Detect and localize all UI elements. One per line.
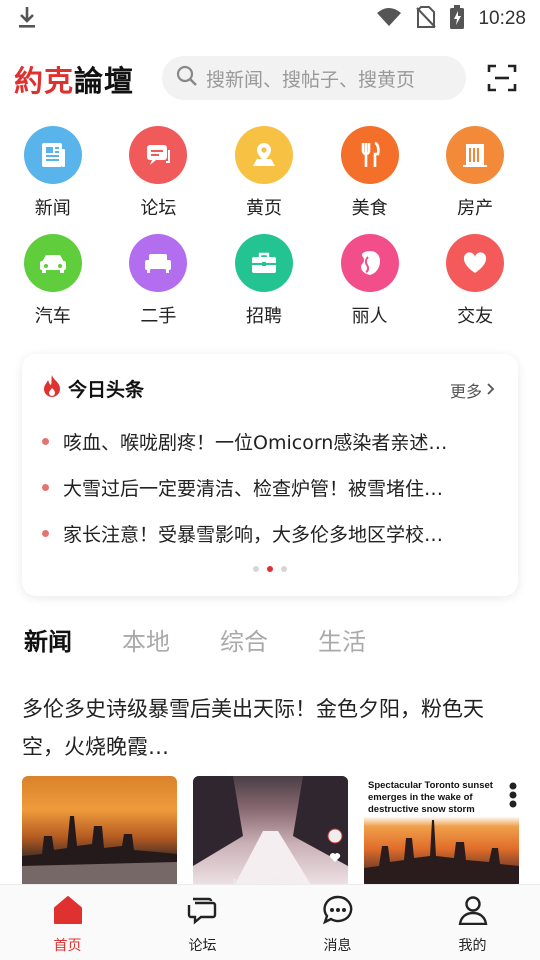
article-thumbnail[interactable]: today in Toronto	[193, 776, 348, 888]
article-thumbnail[interactable]	[22, 776, 177, 888]
tab-general[interactable]: 综合	[220, 622, 268, 657]
grid-item-jobs[interactable]: 招聘	[211, 234, 317, 328]
no-sim-icon	[416, 6, 437, 32]
article-title[interactable]: 多伦多史诗级暴雪后美出天际！金色夕阳，粉色天空，火烧晚霞…	[22, 690, 518, 766]
bottom-navigation: 首页 论坛 消息 我的	[0, 884, 540, 960]
user-icon	[457, 895, 489, 929]
grid-label: 二手	[140, 306, 177, 327]
headline-item[interactable]: 家长注意！受暴雪影响，大多伦多地区学校…	[42, 518, 502, 548]
chat-bubbles-icon	[129, 126, 188, 184]
home-icon	[52, 895, 84, 929]
grid-label: 新闻	[34, 198, 71, 219]
nav-label: 消息	[323, 938, 352, 954]
headline-text: 咳血、喉咙剧疼！一位Omicorn感染者亲述…	[63, 431, 448, 454]
newspaper-icon	[23, 126, 82, 184]
pager-dot	[281, 566, 287, 572]
grid-label: 交友	[457, 306, 494, 327]
building-icon	[446, 126, 505, 184]
grid-item-beauty[interactable]: 丽人	[317, 234, 423, 328]
tab-life[interactable]: 生活	[318, 622, 366, 657]
fork-knife-icon	[340, 126, 399, 184]
scan-button[interactable]	[486, 62, 518, 94]
grid-label: 丽人	[351, 306, 388, 327]
clock: 10:28	[478, 8, 526, 29]
headline-text: 大雪过后一定要清洁、检查炉管！被雪堵住…	[63, 477, 444, 500]
grid-item-cars[interactable]: 汽车	[0, 234, 106, 328]
tab-local[interactable]: 本地	[122, 622, 170, 657]
wifi-icon	[376, 7, 402, 31]
carousel-pager	[22, 566, 518, 572]
message-icon	[322, 895, 354, 929]
feed-tabs: 新闻 本地 综合 生活	[24, 622, 366, 657]
bullet-dot	[42, 483, 49, 491]
grid-item-yellow-pages[interactable]: 黄页	[211, 126, 317, 220]
more-label: 更多	[449, 382, 482, 401]
chevron-right-icon	[486, 381, 496, 400]
app-header: 約克論壇 搜新闻、搜帖子、搜黄页	[0, 52, 540, 104]
map-pin-icon	[234, 126, 293, 184]
tab-news[interactable]: 新闻	[24, 622, 72, 657]
battery-charging-icon	[450, 5, 465, 33]
nav-messages[interactable]: 消息	[270, 885, 405, 960]
nav-label: 首页	[53, 938, 82, 954]
search-input[interactable]: 搜新闻、搜帖子、搜黄页	[162, 56, 466, 100]
woman-face-icon	[340, 234, 399, 292]
grid-item-forum[interactable]: 论坛	[106, 126, 212, 220]
bullet-dot	[42, 437, 49, 445]
logo-text-part2: 論壇	[74, 64, 135, 98]
thumbnail-caption: Spectacular Toronto sunset emerges in th…	[368, 780, 493, 815]
chat-bubbles-icon	[187, 895, 219, 929]
grid-item-dating[interactable]: 交友	[422, 234, 528, 328]
logo-text-part1: 約克	[14, 64, 75, 98]
article-thumbnail[interactable]: Spectacular Toronto sunset emerges in th…	[364, 776, 519, 888]
snowy-street-image	[193, 776, 348, 888]
nav-label: 论坛	[188, 938, 217, 954]
grid-label: 论坛	[140, 198, 177, 219]
car-icon	[23, 234, 82, 292]
status-bar: 10:28	[0, 0, 540, 38]
pager-dot-active	[267, 566, 273, 572]
headlines-header: 今日头条	[42, 374, 144, 402]
grid-item-news[interactable]: 新闻	[0, 126, 106, 220]
heart-icon	[446, 234, 505, 292]
grid-item-food[interactable]: 美食	[317, 126, 423, 220]
sofa-icon	[129, 234, 188, 292]
headlines-card: 今日头条 更多 咳血、喉咙剧疼！一位Omicorn感染者亲述… 大雪过后一定要清…	[22, 354, 518, 596]
fire-icon	[42, 374, 62, 402]
search-placeholder: 搜新闻、搜帖子、搜黄页	[206, 68, 416, 91]
nav-forum[interactable]: 论坛	[135, 885, 270, 960]
grid-label: 美食	[351, 198, 388, 219]
grid-label: 汽车	[34, 306, 71, 327]
grid-label: 招聘	[245, 306, 282, 327]
bullet-dot	[42, 529, 49, 537]
grid-item-real-estate[interactable]: 房产	[422, 126, 528, 220]
headline-text: 家长注意！受暴雪影响，大多伦多地区学校…	[63, 523, 444, 546]
briefcase-icon	[234, 234, 293, 292]
headlines-title: 今日头条	[68, 378, 145, 401]
headlines-more-link[interactable]: 更多	[450, 378, 496, 402]
nav-profile[interactable]: 我的	[405, 885, 540, 960]
pager-dot	[253, 566, 259, 572]
grid-item-second-hand[interactable]: 二手	[106, 234, 212, 328]
skyline-image	[22, 816, 177, 888]
grid-label: 黄页	[245, 198, 282, 219]
search-icon	[176, 65, 198, 91]
grid-label: 房产	[457, 198, 494, 219]
category-grid: 新闻 论坛 黄页 美食 房产 汽车 二手 招聘 丽人 交友	[0, 126, 540, 328]
nav-home[interactable]: 首页	[0, 885, 135, 960]
app-logo[interactable]: 約克論壇	[14, 58, 134, 100]
download-icon	[16, 5, 38, 33]
nav-label: 我的	[458, 938, 487, 954]
article-thumbnails[interactable]: today in Toronto Spectacular Toronto sun…	[22, 776, 519, 888]
headline-item[interactable]: 大雪过后一定要清洁、检查炉管！被雪堵住…	[42, 472, 502, 502]
scan-icon	[486, 64, 518, 98]
headline-item[interactable]: 咳血、喉咙剧疼！一位Omicorn感染者亲述…	[42, 426, 502, 456]
